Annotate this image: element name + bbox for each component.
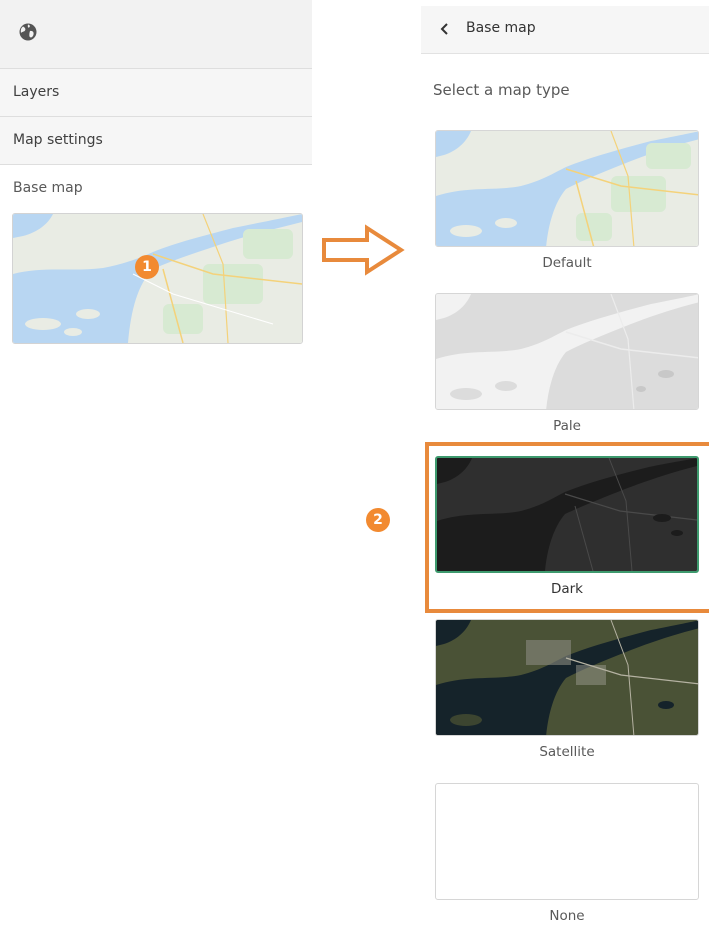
option-label: Satellite <box>539 744 595 760</box>
panel-header <box>0 0 312 69</box>
satellite-map-thumbnail <box>435 619 699 736</box>
base-map-thumbnail[interactable] <box>12 213 303 344</box>
callout-badge-1: 1 <box>135 255 159 279</box>
layers-menu-item[interactable]: Layers <box>0 69 312 117</box>
globe-icon[interactable] <box>18 22 38 42</box>
left-panel: Layers Map settings Base map <box>0 0 312 929</box>
select-map-type-label: Select a map type <box>433 81 570 99</box>
map-type-option-satellite[interactable]: Satellite <box>435 619 699 760</box>
chevron-left-icon[interactable] <box>439 21 451 37</box>
option-label: None <box>549 908 585 924</box>
default-map-thumbnail <box>435 130 699 247</box>
option-label: Default <box>542 255 592 271</box>
map-type-option-pale[interactable]: Pale <box>435 293 699 434</box>
pale-map-thumbnail <box>435 293 699 410</box>
panel-header: Base map <box>421 6 709 54</box>
map-settings-menu-item[interactable]: Map settings <box>0 117 312 165</box>
map-type-option-default[interactable]: Default <box>435 130 699 271</box>
right-arrow-icon <box>322 224 405 276</box>
base-map-label: Base map <box>13 180 83 196</box>
selection-highlight-box <box>425 442 709 613</box>
panel-title: Base map <box>466 20 536 36</box>
none-map-thumbnail <box>435 783 699 900</box>
option-label: Pale <box>553 418 581 434</box>
callout-badge-2: 2 <box>366 508 390 532</box>
map-type-option-none[interactable]: None <box>435 783 699 924</box>
